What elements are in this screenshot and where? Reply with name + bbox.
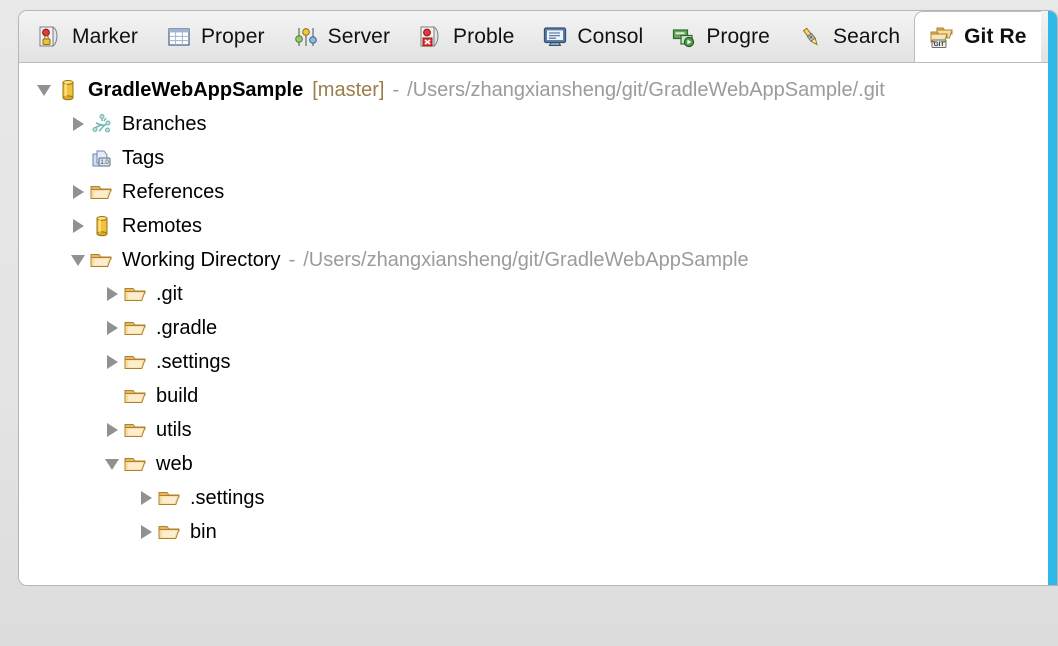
folder-icon [123,281,149,307]
tree-expander-collapsed[interactable] [135,481,157,515]
tree-item-label: .settings [190,486,265,509]
tree-item-remotes[interactable]: Remotes [19,209,1057,243]
tree-expander-expanded[interactable] [67,243,89,277]
tree-expander-expanded[interactable] [33,73,55,107]
tree-item-label: Working Directory [122,248,281,271]
tab-server[interactable]: Server [279,11,404,62]
markers-icon [37,24,63,50]
tree-item-label: Tags [122,146,165,169]
tab-label: Proper [200,24,265,48]
tree-item-label: web [156,452,193,475]
tree-item-label: Remotes [122,214,203,237]
tree-expander-collapsed[interactable] [67,107,89,141]
tree-item-label: utils [156,418,192,441]
tree-item-label: .git [156,282,183,305]
tree-item-label: .gradle [156,316,218,339]
folder-icon [123,383,149,409]
tree-item-web-bin[interactable]: bin [19,515,1057,549]
tags-icon [89,145,115,171]
tab-label: Search [832,24,901,48]
tab-search[interactable]: Search [784,11,914,62]
tree-expander-collapsed[interactable] [101,345,123,379]
tree-expander-collapsed[interactable] [101,277,123,311]
tree-item-label: .settings [156,350,231,373]
git-repositories-view: Marker Proper Server Proble Consol Progre Sear… [18,10,1058,586]
tree-item-dot-settings[interactable]: .settings [19,345,1057,379]
tree-expander-none [101,379,123,413]
tab-label: Proble [453,24,515,48]
properties-icon [166,24,192,50]
folder-icon [89,247,115,273]
tab-progre[interactable]: Progre [657,11,784,62]
progress-icon [671,24,697,50]
tree-item-web[interactable]: web [19,447,1057,481]
repository-icon [89,213,115,239]
tree-item-references[interactable]: References [19,175,1057,209]
vertical-scrollbar[interactable] [1048,11,1057,585]
tab-label: Consol [577,24,644,48]
git-repositories-icon [929,24,955,50]
tree-item-branches[interactable]: Branches [19,107,1057,141]
tree-item-tags[interactable]: Tags [19,141,1057,175]
tree-item-label: build [156,384,199,407]
tree-expander-none [67,141,89,175]
tab-git-re[interactable]: Git Re [914,11,1041,62]
tree-item-label: References [122,180,225,203]
folder-icon [123,451,149,477]
tree-expander-collapsed[interactable] [101,413,123,447]
tree-item-build[interactable]: build [19,379,1057,413]
tab-marker[interactable]: Marker [23,11,152,62]
tree-item-dot-gradle[interactable]: .gradle [19,311,1057,345]
tab-label: Git Re [964,24,1027,48]
folder-icon [89,179,115,205]
problems-icon [418,24,444,50]
tree-expander-collapsed[interactable] [67,209,89,243]
view-tab-strip: Marker Proper Server Proble Consol Progre Sear… [19,11,1057,63]
tree-item-path: /Users/zhangxiansheng/git/GradleWebAppSa… [303,248,749,271]
tree-item-working-directory[interactable]: Working Directory -/Users/zhangxiansheng/… [19,243,1057,277]
tree-item-label: GradleWebAppSample [88,78,304,101]
git-repositories-tree[interactable]: GradleWebAppSample [master] -/Users/zhangx… [19,63,1057,585]
tree-item-utils[interactable]: utils [19,413,1057,447]
branches-icon [89,111,115,137]
tree-item-separator: - [392,78,400,101]
tab-proper[interactable]: Proper [152,11,279,62]
tab-proble[interactable]: Proble [404,11,528,62]
tree-expander-expanded[interactable] [101,447,123,481]
servers-icon [293,24,319,50]
tab-label: Progre [706,24,770,48]
tree-item-separator: - [288,248,296,271]
tab-label: Server [327,24,391,48]
tree-item-web-settings[interactable]: .settings [19,481,1057,515]
folder-icon [123,417,149,443]
tab-consol[interactable]: Consol [528,11,657,62]
tree-expander-collapsed[interactable] [135,515,157,549]
tree-item-label: Branches [122,112,207,135]
folder-icon [157,519,183,545]
search-pen-icon [798,24,824,50]
tree-expander-collapsed[interactable] [67,175,89,209]
tree-item-branch: [master] [312,78,385,101]
folder-icon [157,485,183,511]
tree-item-label: bin [190,520,217,543]
tree-item-dot-git[interactable]: .git [19,277,1057,311]
tree-expander-collapsed[interactable] [101,311,123,345]
tree-item-path: /Users/zhangxiansheng/git/GradleWebAppSa… [407,78,885,101]
console-icon [542,24,568,50]
tab-label: Marker [72,24,138,48]
folder-icon [123,315,149,341]
repository-icon [55,77,81,103]
tree-item-gradlewebappsample[interactable]: GradleWebAppSample [master] -/Users/zhangx… [19,73,1057,107]
folder-icon [123,349,149,375]
